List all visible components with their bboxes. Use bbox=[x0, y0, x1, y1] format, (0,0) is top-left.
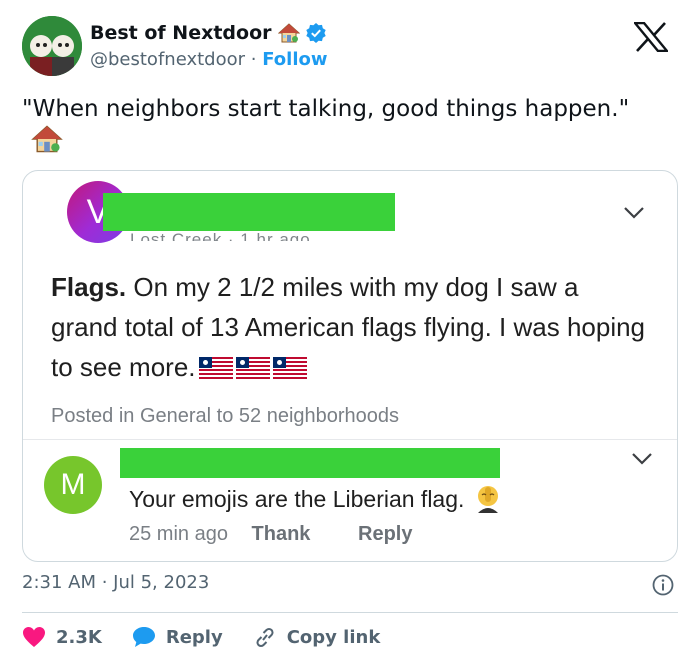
house-emoji-icon bbox=[277, 23, 300, 43]
liberian-flag-icon bbox=[198, 357, 233, 379]
posted-in-label: Posted in General to 52 neighborhoods bbox=[51, 405, 400, 427]
chevron-down-icon[interactable] bbox=[631, 452, 653, 466]
tweet-text: "When neighbors start talking, good thin… bbox=[22, 93, 642, 158]
account-handle[interactable]: @bestofnextdoor bbox=[90, 49, 245, 70]
liberian-flag-icon bbox=[235, 357, 270, 379]
copy-link-label: Copy link bbox=[286, 626, 381, 648]
reply-text-content: Your emojis are the Liberian flag. bbox=[129, 485, 465, 512]
heart-icon bbox=[23, 627, 45, 647]
reply-actions: 25 min ago Thank Reply bbox=[129, 523, 430, 546]
reply-label: Reply bbox=[165, 626, 223, 648]
account-avatar[interactable] bbox=[22, 16, 82, 76]
muppets-avatar-image bbox=[22, 16, 82, 76]
handle-line: @bestofnextdoor · Follow bbox=[90, 49, 328, 70]
like-button[interactable]: 2.3K bbox=[22, 626, 102, 648]
reply-button[interactable]: Reply bbox=[358, 523, 412, 545]
thank-button[interactable]: Thank bbox=[252, 523, 311, 545]
chevron-down-icon[interactable] bbox=[623, 206, 645, 220]
handle-separator: · bbox=[250, 49, 257, 70]
reply-avatar-letter: M bbox=[60, 468, 86, 501]
tweet-text-content: "When neighbors start talking, good thin… bbox=[22, 96, 630, 122]
post-body-text: On my 2 1/2 miles with my dog I saw a gr… bbox=[51, 272, 646, 382]
redaction-bar bbox=[120, 448, 500, 478]
verified-badge-icon bbox=[305, 23, 326, 43]
liberian-flag-icon bbox=[272, 357, 307, 379]
embedded-screenshot-card[interactable]: V Lost Creek · 1 hr ago Flags. On my 2 1… bbox=[22, 170, 678, 562]
tweet-actions: 2.3K Reply Copy link bbox=[22, 624, 410, 650]
divider bbox=[23, 439, 677, 440]
footer-divider bbox=[22, 612, 678, 613]
post-body: Flags. On my 2 1/2 miles with my dog I s… bbox=[51, 267, 651, 387]
post-title: Flags. bbox=[51, 272, 127, 302]
reply-author-avatar: M bbox=[44, 456, 102, 514]
like-count: 2.3K bbox=[56, 626, 102, 648]
facepalm-emoji-icon bbox=[478, 486, 499, 513]
post-meta: Lost Creek · 1 hr ago bbox=[130, 230, 311, 241]
info-icon[interactable] bbox=[652, 574, 674, 596]
account-name-text[interactable]: Best of Nextdoor bbox=[90, 22, 272, 44]
reply-text: Your emojis are the Liberian flag. bbox=[129, 483, 504, 515]
copy-link-button[interactable]: Copy link bbox=[253, 626, 381, 648]
account-name[interactable]: Best of Nextdoor bbox=[90, 22, 326, 44]
reply-bubble-icon bbox=[132, 627, 155, 647]
tweet-timestamp[interactable]: 2:31 AM · Jul 5, 2023 bbox=[22, 572, 209, 593]
house-emoji-icon bbox=[31, 125, 63, 153]
link-icon bbox=[256, 627, 274, 648]
x-logo-icon[interactable] bbox=[634, 22, 668, 52]
redaction-bar bbox=[103, 193, 395, 231]
reply-time: 25 min ago bbox=[129, 523, 228, 545]
reply-action-button[interactable]: Reply bbox=[132, 626, 223, 648]
follow-link[interactable]: Follow bbox=[262, 49, 327, 70]
